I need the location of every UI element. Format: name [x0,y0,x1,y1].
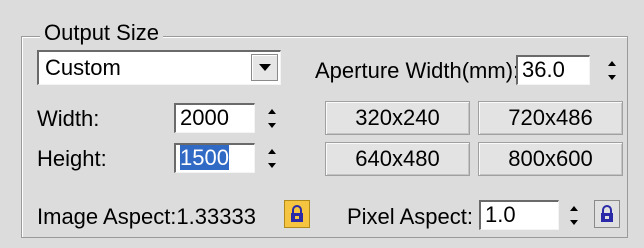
pixel-aspect-label: Pixel Aspect: [347,204,473,229]
preset-640x480-button[interactable]: 640x480 [325,142,470,176]
pixel-aspect-lock-button[interactable] [594,200,620,228]
spinner-up-icon[interactable] [264,104,280,118]
preset-720x486-button[interactable]: 720x486 [478,101,623,135]
lock-icon [291,205,303,222]
image-aspect-caption: Image Aspect: [37,204,177,229]
preset-combo-value: Custom [45,55,121,80]
image-aspect-value: 1.33333 [176,204,256,229]
height-value: 1500 [180,145,229,170]
pixel-aspect-spinner[interactable] [566,201,582,229]
spinner-down-icon[interactable] [604,70,620,84]
preset-320x240-button[interactable]: 320x240 [325,101,470,135]
height-label: Height: [37,146,107,171]
image-aspect-lock-button[interactable] [284,200,310,228]
group-title: Output Size [40,21,163,45]
height-field[interactable]: 1500 [174,143,255,173]
height-spinner[interactable] [264,144,280,172]
aperture-width-spinner[interactable] [604,56,620,84]
spinner-up-icon[interactable] [264,144,280,158]
spinner-down-icon[interactable] [264,158,280,172]
spinner-up-icon[interactable] [604,56,620,70]
image-aspect-label: Image Aspect:1.33333 [37,204,256,230]
chevron-down-icon [258,64,271,71]
spinner-down-icon[interactable] [264,118,280,132]
spinner-up-icon[interactable] [566,201,582,215]
width-spinner[interactable] [264,104,280,132]
width-field[interactable]: 2000 [174,103,255,133]
preset-800x600-button[interactable]: 800x600 [478,142,623,176]
lock-icon [601,205,613,222]
pixel-aspect-field[interactable]: 1.0 [479,200,559,230]
combo-dropdown-button[interactable] [251,54,278,81]
width-label: Width: [37,106,100,131]
spinner-down-icon[interactable] [566,215,582,229]
aperture-width-field[interactable]: 36.0 [516,55,590,85]
preset-combo[interactable]: Custom [37,50,281,85]
aperture-width-label: Aperture Width(mm): [315,58,520,83]
